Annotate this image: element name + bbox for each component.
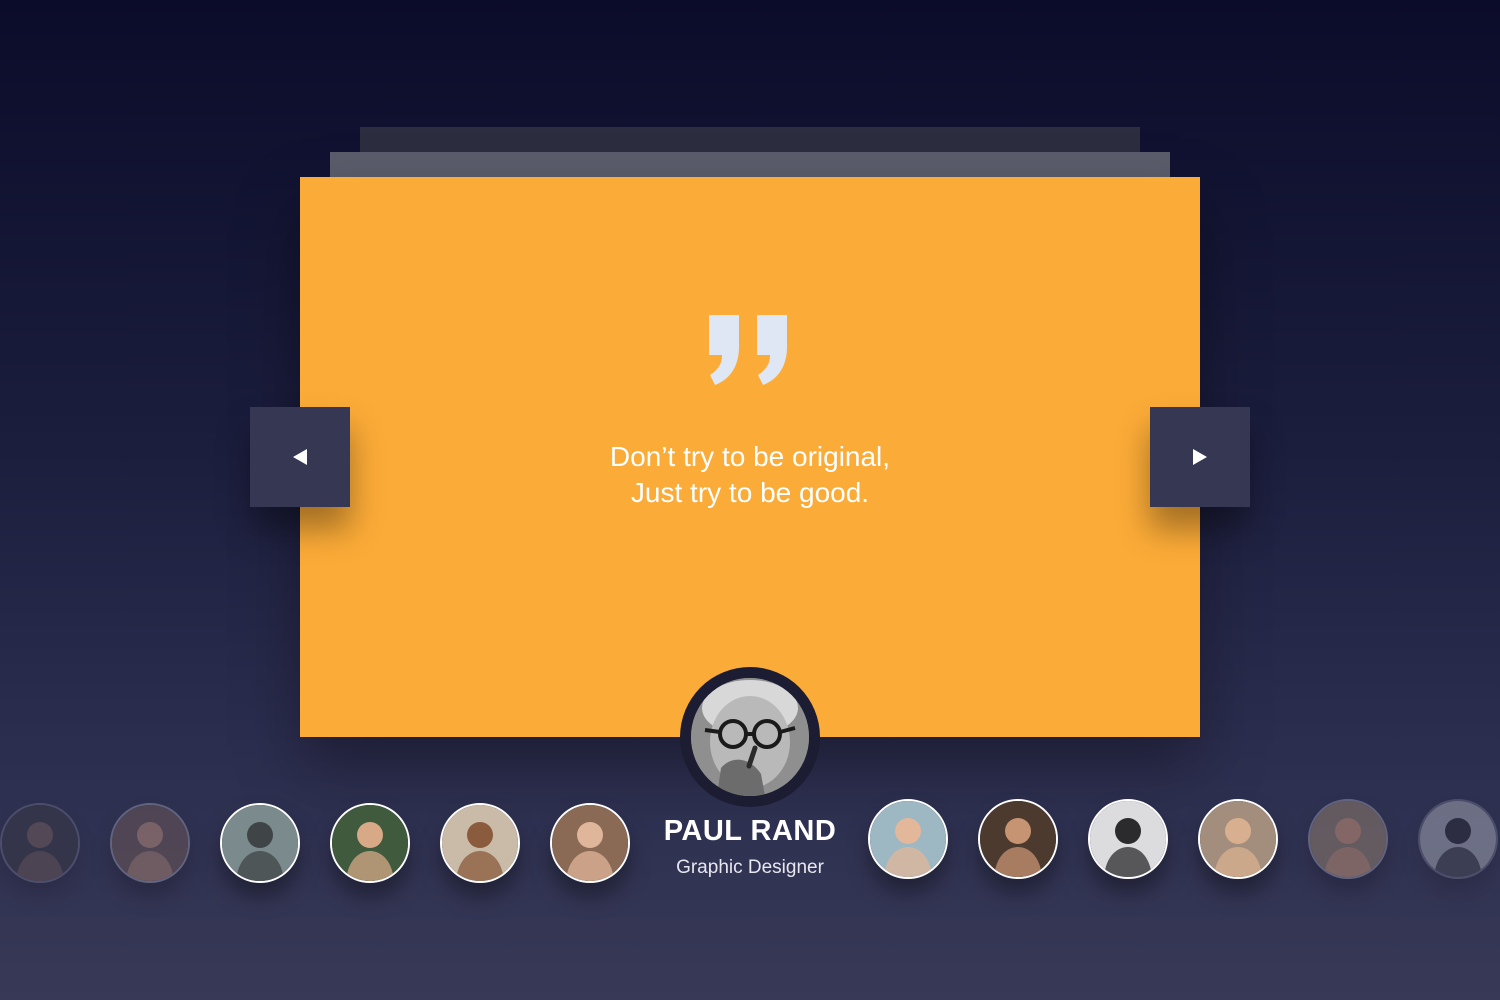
quote-line-1: Don’t try to be original, [609,441,891,472]
avatar-thumb-5[interactable] [440,803,520,883]
avatar-thumb-7[interactable] [868,799,948,879]
avatar-thumb-6[interactable] [550,803,630,883]
avatar-thumb-2[interactable] [110,803,190,883]
avatar-thumb-3[interactable] [220,803,300,883]
avatar-thumb-8[interactable] [978,799,1058,879]
avatar-thumb-11[interactable] [1308,799,1388,879]
featured-author-avatar [680,667,820,807]
avatar-thumb-12[interactable] [1418,799,1498,879]
quote-text: Don’t try to be original, Just try to be… [300,439,1200,511]
quote-mark-icon [709,315,787,385]
author-name: PAUL RAND [663,815,837,847]
avatar-thumb-1[interactable] [0,803,80,883]
avatar-thumb-10[interactable] [1198,799,1278,879]
next-button[interactable] [1150,407,1250,507]
previous-button[interactable] [250,407,350,507]
testimonial-card: Don’t try to be original, Just try to be… [300,177,1200,737]
author-photo [691,678,809,796]
triangle-left-icon [293,449,307,465]
author-role: Graphic Designer [676,857,824,878]
avatar-thumb-9[interactable] [1088,799,1168,879]
quote-line-2: Just try to be good. [630,477,870,508]
triangle-right-icon [1193,449,1207,465]
avatar-thumb-4[interactable] [330,803,410,883]
